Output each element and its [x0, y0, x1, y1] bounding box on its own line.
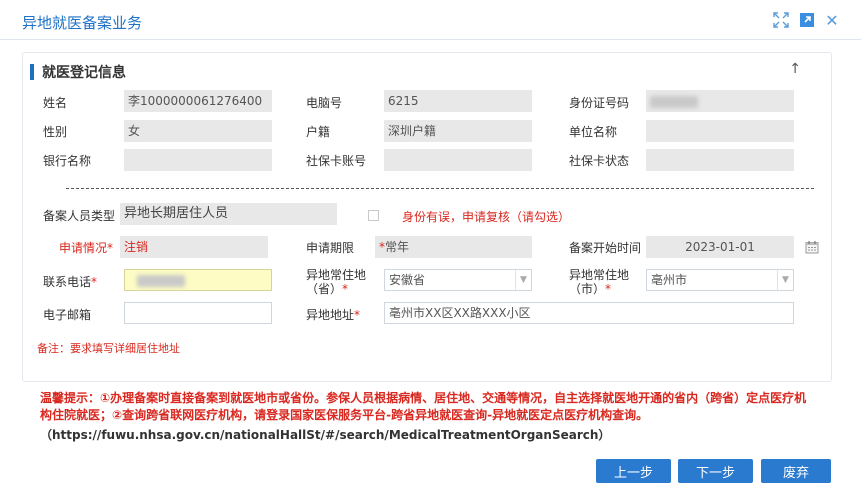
registration-panel: 就医登记信息 ↑ 姓名 李1000000061276400 电脑号 6215 身… — [22, 52, 832, 382]
address-note: 备注：要求填写详细居住地址 — [37, 342, 180, 355]
pc-number-field: 6215 — [384, 90, 532, 112]
email-input[interactable] — [124, 302, 272, 324]
province-value: 安徽省 — [389, 273, 426, 287]
tip-url: （https://fuwu.nhsa.gov.cn/nationalHallSt… — [40, 428, 611, 442]
sscard-status-field — [646, 149, 794, 171]
start-date-field: 2023-01-01 — [646, 236, 794, 258]
panel-title: 就医登记信息 — [42, 65, 126, 81]
province-label: 异地常住地 （省）* — [306, 268, 367, 296]
calendar-icon[interactable] — [803, 238, 821, 256]
prev-step-button[interactable]: 上一步 — [596, 459, 671, 483]
popout-icon[interactable] — [797, 10, 817, 30]
id-number-label: 身份证号码 — [569, 96, 630, 110]
sscard-number-field — [384, 149, 532, 171]
redacted-value — [137, 274, 185, 287]
phone-label: 联系电话* — [43, 275, 98, 289]
start-date-label: 备案开始时间 — [569, 241, 642, 255]
huji-label: 户籍 — [306, 125, 331, 139]
id-number-field — [646, 90, 794, 112]
warm-tip: 温馨提示：①办理备案时直接备案到就医地市或省份。参保人员根据病情、居住地、交通等… — [40, 391, 807, 422]
identity-review-checkbox[interactable] — [368, 210, 379, 221]
next-step-button[interactable]: 下一步 — [678, 459, 753, 483]
panel-header: 就医登记信息 — [30, 63, 126, 81]
name-label: 姓名 — [43, 96, 68, 110]
filing-type-label: 备案人员类型 — [43, 209, 116, 223]
window-title: 异地就医备案业务 — [22, 14, 143, 32]
chevron-down-icon[interactable]: ▼ — [515, 270, 531, 290]
sscard-number-label: 社保卡账号 — [306, 154, 367, 168]
expand-icon[interactable] — [771, 10, 791, 30]
city-value: 亳州市 — [651, 273, 688, 287]
close-icon[interactable]: ✕ — [822, 10, 842, 30]
chevron-down-icon[interactable]: ▼ — [777, 270, 793, 290]
unit-name-label: 单位名称 — [569, 125, 618, 139]
window-titlebar: 异地就医备案业务 ✕ — [0, 0, 861, 40]
apply-period-field: *常年 — [375, 236, 532, 258]
section-divider — [66, 188, 814, 189]
apply-status-field: 注销 — [120, 236, 268, 258]
province-select[interactable]: 安徽省 ▼ — [384, 269, 532, 291]
city-label: 异地常住地 （市）* — [569, 268, 630, 296]
abandon-button[interactable]: 废弃 — [761, 459, 831, 483]
city-select[interactable]: 亳州市 ▼ — [646, 269, 794, 291]
huji-field: 深圳户籍 — [384, 120, 532, 142]
address-label: 异地地址* — [306, 308, 361, 322]
apply-period-label: 申请期限 — [306, 241, 355, 255]
collapse-arrow-icon[interactable]: ↑ — [789, 61, 801, 77]
name-field: 李1000000061276400 — [124, 90, 272, 112]
email-label: 电子邮箱 — [43, 308, 92, 322]
bank-name-label: 银行名称 — [43, 154, 92, 168]
identity-review-label: 身份有误，申请复核（请勾选） — [402, 210, 571, 224]
phone-input[interactable] — [124, 269, 272, 291]
unit-name-field — [646, 120, 794, 142]
filing-type-field: 异地长期居住人员 — [120, 203, 337, 225]
apply-status-label: 申请情况* — [59, 241, 114, 255]
gender-label: 性别 — [43, 125, 68, 139]
redacted-value — [650, 95, 698, 108]
gender-field: 女 — [124, 120, 272, 142]
panel-accent-bar — [30, 64, 34, 80]
sscard-status-label: 社保卡状态 — [569, 154, 630, 168]
address-input[interactable]: 亳州市XX区XX路XXX小区 — [384, 302, 794, 324]
bank-name-field — [124, 149, 272, 171]
pc-number-label: 电脑号 — [306, 96, 343, 110]
